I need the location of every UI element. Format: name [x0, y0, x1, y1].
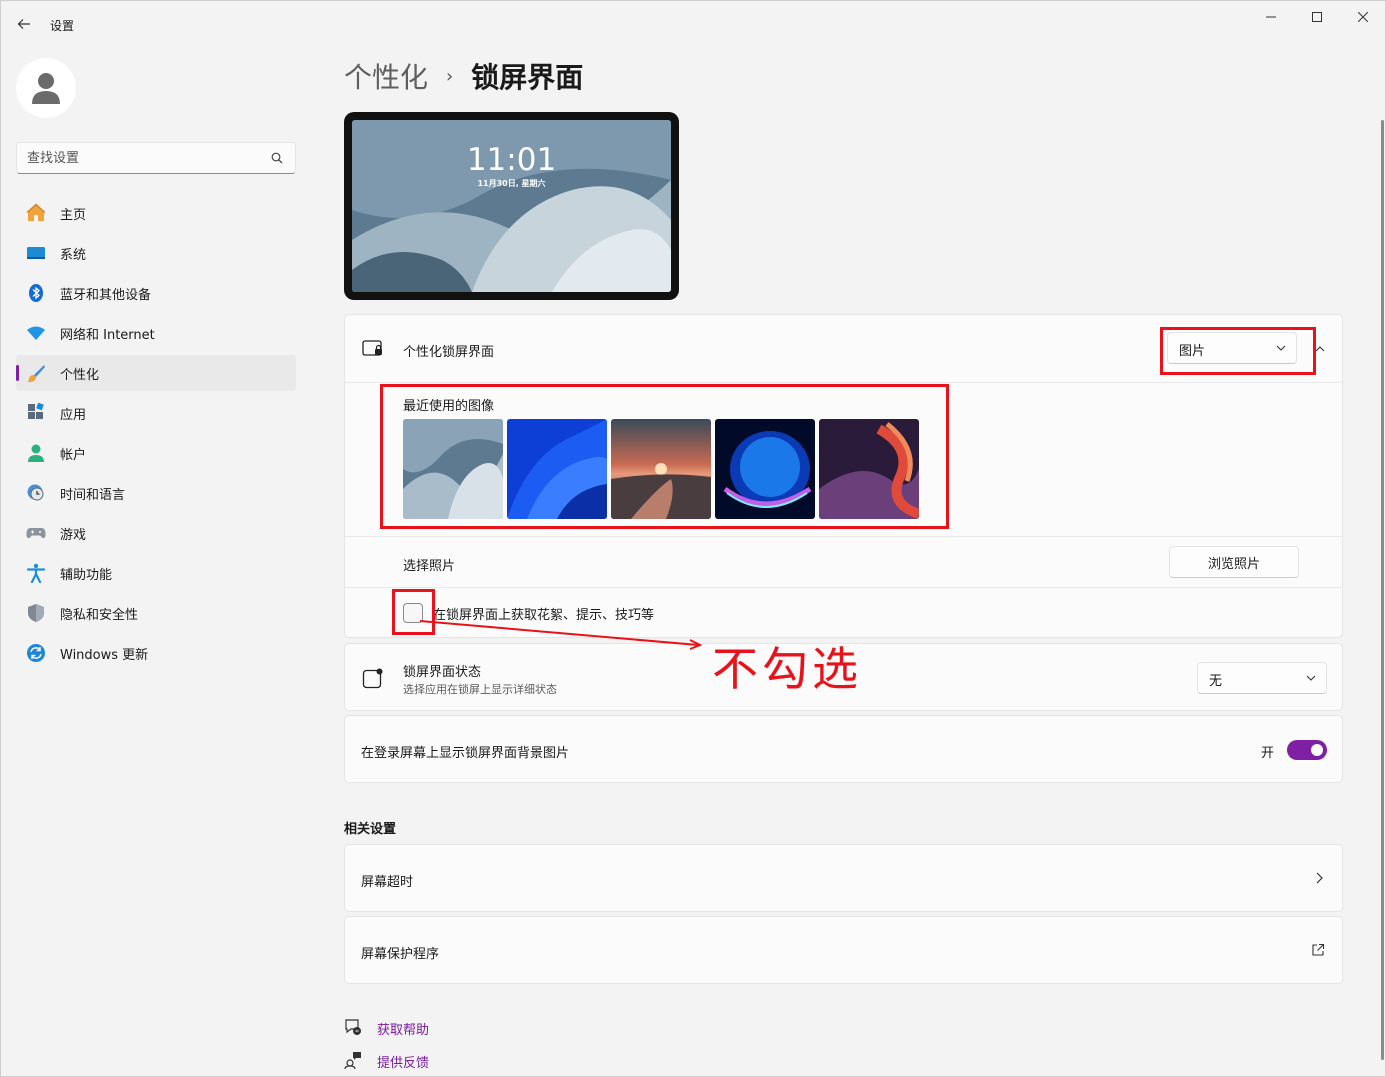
avatar[interactable]	[16, 58, 76, 118]
sidebar-item-label: 时间和语言	[60, 487, 126, 503]
chevron-down-icon	[1306, 675, 1316, 681]
signin-background-toggle[interactable]	[1287, 740, 1327, 760]
sidebar-item-label: 个性化	[60, 367, 100, 383]
choose-photo-label: 选择照片	[403, 559, 456, 574]
related-item-screen-timeout[interactable]: 屏幕超时	[344, 844, 1343, 912]
minimize-button[interactable]	[1248, 6, 1294, 28]
sidebar-item-label: 网络和 Internet	[60, 327, 155, 343]
get-help-link[interactable]: 获取帮助	[377, 1019, 429, 1038]
minimize-icon	[1266, 16, 1276, 18]
divider	[345, 536, 1342, 537]
lock-status-title: 锁屏界面状态	[403, 665, 482, 680]
windows-update-icon	[26, 643, 46, 663]
toggle-knob	[1311, 744, 1323, 756]
feedback-icon	[344, 1051, 362, 1069]
lock-status-subtitle: 选择应用在锁屏上显示详细状态	[403, 683, 557, 696]
sidebar-item-label: 应用	[60, 407, 87, 423]
sidebar-item-network[interactable]: 网络和 Internet	[16, 315, 296, 351]
home-icon	[26, 203, 46, 223]
page-title: 锁屏界面	[471, 61, 584, 94]
breadcrumb-separator: ›	[446, 65, 454, 87]
signin-background-card: 在登录屏幕上显示锁屏界面背景图片 开	[344, 715, 1343, 783]
related-settings-title: 相关设置	[344, 822, 397, 837]
breadcrumb-parent[interactable]: 个性化	[344, 56, 428, 96]
sidebar-item-apps[interactable]: 应用	[16, 395, 296, 431]
tips-checkbox-label[interactable]: 在锁屏界面上获取花絮、提示、技巧等	[433, 604, 654, 623]
preview-time: 11:01	[466, 142, 557, 178]
sidebar-nav: 主页 系统 蓝牙和其他设备 网络和 Internet 个性化 应用 帐户 时间和…	[16, 195, 296, 675]
chevron-right-icon	[1316, 872, 1323, 884]
related-item-label: 屏幕超时	[361, 875, 414, 890]
personalize-title: 个性化锁屏界面	[403, 345, 495, 360]
sidebar-item-windows-update[interactable]: Windows 更新	[16, 635, 296, 671]
user-avatar-icon	[32, 73, 60, 104]
sidebar-item-system[interactable]: 系统	[16, 235, 296, 271]
related-item-screensaver[interactable]: 屏幕保护程序	[344, 916, 1343, 984]
divider	[345, 382, 1342, 383]
back-arrow-icon	[17, 19, 30, 29]
time-language-icon	[26, 483, 46, 503]
sidebar-item-accessibility[interactable]: 辅助功能	[16, 555, 296, 591]
maximize-button[interactable]	[1294, 6, 1340, 28]
annotation-text: 不勾选	[712, 642, 862, 696]
sidebar-item-home[interactable]: 主页	[16, 195, 296, 231]
system-icon	[26, 243, 46, 263]
sidebar-item-label: 系统	[60, 247, 87, 263]
title-bar: 设置	[0, 0, 1386, 46]
app-title: 设置	[50, 19, 75, 33]
sidebar-item-bluetooth[interactable]: 蓝牙和其他设备	[16, 275, 296, 311]
privacy-shield-icon	[26, 603, 46, 623]
annotation-box-dropdown	[1160, 327, 1316, 375]
sidebar-item-time-language[interactable]: 时间和语言	[16, 475, 296, 511]
sidebar-item-personalization[interactable]: 个性化	[16, 355, 296, 391]
feedback-link[interactable]: 提供反馈	[377, 1052, 429, 1071]
breadcrumb: 个性化 › 锁屏界面	[344, 56, 583, 96]
preview-date: 11月30日, 星期六	[477, 179, 546, 188]
divider	[345, 587, 1342, 588]
sidebar-item-accounts[interactable]: 帐户	[16, 435, 296, 471]
personalization-brush-icon	[26, 363, 46, 383]
preview-image: 11:01 11月30日, 星期六	[352, 120, 671, 292]
sidebar-item-label: 蓝牙和其他设备	[60, 287, 152, 303]
external-link-icon	[1312, 943, 1325, 956]
sidebar-item-label: 帐户	[60, 447, 87, 463]
get-help-icon	[344, 1018, 362, 1036]
search-input[interactable]	[17, 143, 257, 173]
sidebar-item-privacy[interactable]: 隐私和安全性	[16, 595, 296, 631]
toggle-state-label: 开	[1261, 746, 1275, 761]
lock-status-icon	[362, 667, 384, 689]
sidebar-item-gaming[interactable]: 游戏	[16, 515, 296, 551]
sidebar-item-label: 辅助功能	[60, 567, 113, 583]
lock-screen-preview: 11:01 11月30日, 星期六	[344, 112, 679, 300]
apps-icon	[26, 403, 46, 423]
wifi-icon	[26, 323, 46, 343]
maximize-icon	[1312, 12, 1322, 22]
back-button[interactable]	[12, 12, 36, 36]
lock-screen-device-icon	[362, 338, 384, 360]
dropdown-value: 无	[1209, 674, 1223, 689]
gaming-icon	[26, 523, 46, 543]
account-icon	[26, 443, 46, 463]
search-icon[interactable]	[271, 152, 283, 164]
close-button[interactable]	[1340, 6, 1386, 28]
annotation-box-checkbox	[392, 589, 435, 635]
close-icon	[1358, 12, 1368, 22]
lock-status-dropdown[interactable]: 无	[1197, 662, 1327, 694]
scrollbar[interactable]	[1381, 120, 1384, 1060]
signin-background-title: 在登录屏幕上显示锁屏界面背景图片	[361, 746, 570, 761]
browse-photos-button[interactable]: 浏览照片	[1169, 546, 1299, 578]
annotation-box-recent-images	[380, 384, 949, 529]
search-box[interactable]	[16, 142, 296, 174]
sidebar-item-label: 游戏	[60, 527, 87, 543]
bluetooth-icon	[26, 283, 46, 303]
sidebar-item-label: Windows 更新	[60, 647, 149, 663]
chevron-up-icon[interactable]	[1315, 345, 1325, 353]
related-item-label: 屏幕保护程序	[361, 947, 440, 962]
accessibility-icon	[26, 563, 46, 583]
sidebar-item-label: 隐私和安全性	[60, 607, 139, 623]
sidebar-item-label: 主页	[60, 207, 87, 223]
